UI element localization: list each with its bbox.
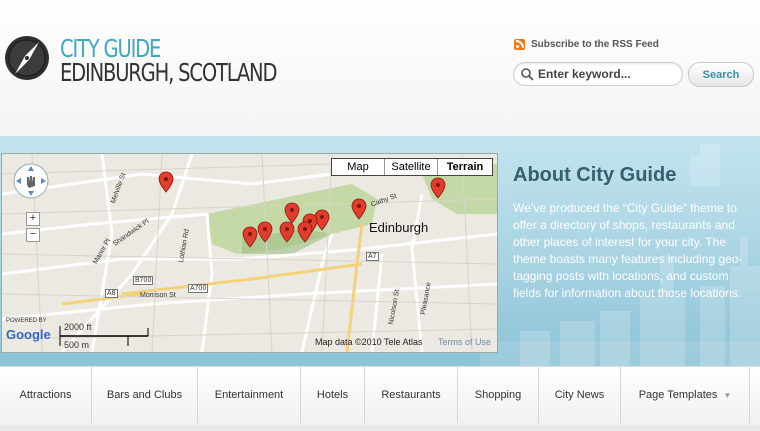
terms-of-use-link[interactable]: Terms of Use xyxy=(438,337,491,347)
search-field[interactable] xyxy=(513,62,683,86)
street-label: Morrison St xyxy=(140,292,176,299)
nav-item-label: Page Templates xyxy=(638,389,718,401)
road-badge: A8 xyxy=(105,289,118,298)
road-badge: B700 xyxy=(133,276,154,285)
nav-item-label: Bars and Clubs xyxy=(106,389,183,401)
dropdown-caret-icon: ▼ xyxy=(723,390,732,400)
scale-ft-label: 2000 ft xyxy=(64,322,92,332)
map-type-switcher: Map Satellite Terrain xyxy=(331,158,493,176)
zoom-control: + − xyxy=(26,212,40,244)
map-type-terrain-button[interactable]: Terrain xyxy=(438,159,492,175)
pan-control-icon[interactable] xyxy=(12,162,50,200)
nav-item-label: Shopping xyxy=(474,389,522,401)
zoom-out-button[interactable]: − xyxy=(26,228,40,242)
compass-logo-icon[interactable] xyxy=(3,34,51,82)
zoom-in-button[interactable]: + xyxy=(26,212,40,226)
nav-item-hotels[interactable]: Hotels xyxy=(301,367,365,423)
powered-by-label: POWERED BY xyxy=(6,318,47,324)
road-badge: A700 xyxy=(188,284,209,293)
nav-item-label: Hotels xyxy=(316,389,349,401)
nav-item-label: Attractions xyxy=(19,389,72,401)
search-button[interactable]: Search xyxy=(688,62,754,87)
nav-item-label: City News xyxy=(554,389,605,401)
nav-item-label: Entertainment xyxy=(214,389,284,401)
nav-item-label: Restaurants xyxy=(381,389,441,401)
nav-item-attractions[interactable]: Attractions xyxy=(0,367,92,423)
search-input[interactable] xyxy=(534,66,680,82)
about-text: We’ve produced the “City Guide” theme to… xyxy=(513,201,743,300)
nav-item-city-news[interactable]: City News xyxy=(539,367,621,423)
rss-label: Subscribe to the RSS Feed xyxy=(531,39,659,50)
magnifier-icon xyxy=(521,68,534,81)
site-header: CITY GUIDE EDINBURGH, SCOTLAND Subscribe… xyxy=(0,0,760,136)
map-attribution: Map data ©2010 Tele Atlas xyxy=(315,337,423,347)
site-title-line2[interactable]: EDINBURGH, SCOTLAND xyxy=(60,58,277,87)
map-type-satellite-button[interactable]: Satellite xyxy=(385,159,438,175)
about-title: About City Guide xyxy=(513,164,677,186)
location-map[interactable]: Melville St Shandwick Pl Manor Pl Lothia… xyxy=(1,153,498,353)
content-area-top xyxy=(0,425,760,431)
nav-item-shopping[interactable]: Shopping xyxy=(458,367,539,423)
rss-icon xyxy=(514,39,525,50)
map-city-label: Edinburgh xyxy=(369,220,429,235)
feature-banner: Melville St Shandwick Pl Manor Pl Lothia… xyxy=(0,136,760,366)
google-wordmark: Google xyxy=(6,327,51,342)
google-logo[interactable]: POWERED BY Google xyxy=(6,318,51,342)
scale-m-label: 500 m xyxy=(64,340,90,350)
nav-item-entertainment[interactable]: Entertainment xyxy=(198,367,301,423)
nav-item-page-templates[interactable]: Page Templates ▼ xyxy=(621,367,750,423)
main-navigation: Attractions Bars and Clubs Entertainment… xyxy=(0,366,760,427)
rss-link[interactable]: Subscribe to the RSS Feed xyxy=(514,39,659,50)
map-type-map-button[interactable]: Map xyxy=(332,159,385,175)
road-badge: A7 xyxy=(366,252,379,261)
nav-item-restaurants[interactable]: Restaurants xyxy=(365,367,458,423)
nav-item-bars-and-clubs[interactable]: Bars and Clubs xyxy=(92,367,198,423)
